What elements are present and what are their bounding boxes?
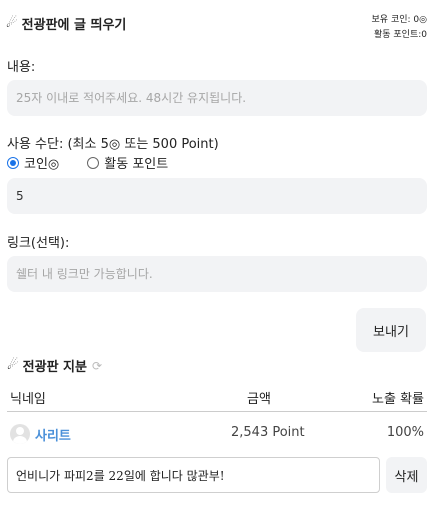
radio-button-coin[interactable] xyxy=(7,156,19,169)
share-section-title: ☄ 전광판 지분 ⟳ xyxy=(7,356,102,375)
balance-info: 보유 코인: 0◎ 활동 포인트:0 xyxy=(372,13,427,43)
radio-label-points: 활동 포인트 xyxy=(104,157,169,172)
point-balance: 활동 포인트:0 xyxy=(373,30,427,40)
nickname-link[interactable]: 사리트 xyxy=(35,425,71,444)
column-header-amount: 금액 xyxy=(247,392,271,407)
method-radio-group: 코인◎ 활동 포인트 xyxy=(7,153,186,172)
content-label: 내용: xyxy=(7,60,36,75)
rocket-icon: ☄ xyxy=(6,16,18,31)
column-header-rate: 노출 확률 xyxy=(372,392,424,407)
method-label: 사용 수단: (최소 5◎ 또는 500 Point) xyxy=(7,137,219,152)
panel-title: ☄ 전광판에 글 띄우기 xyxy=(6,14,126,33)
link-input[interactable] xyxy=(7,256,427,292)
billboard-message: 언비니가 파피2를 22일에 합니다 많관부! xyxy=(7,457,380,493)
billboard-panel: ☄ 전광판에 글 띄우기 보유 코인: 0◎ 활동 포인트:0 내용: 사용 수… xyxy=(0,0,431,508)
radio-button-points[interactable] xyxy=(87,156,100,169)
table-row: 사리트 2,543 Point 100% xyxy=(7,422,427,446)
send-button[interactable]: 보내기 xyxy=(356,308,426,352)
content-input[interactable] xyxy=(7,80,427,116)
rocket-icon: ☄ xyxy=(7,358,19,373)
amount-input[interactable] xyxy=(7,178,427,214)
share-table-header: 닉네임 금액 노출 확률 xyxy=(7,388,427,412)
coin-balance: 보유 코인: 0◎ xyxy=(371,15,427,25)
link-label: 링크(선택): xyxy=(7,236,70,251)
radio-option-coin[interactable]: 코인◎ xyxy=(7,153,59,172)
radio-option-points[interactable]: 활동 포인트 xyxy=(87,153,168,172)
avatar xyxy=(10,424,30,444)
panel-title-text: 전광판에 글 띄우기 xyxy=(21,18,127,33)
share-title-text: 전광판 지분 xyxy=(22,360,87,375)
header: ☄ 전광판에 글 띄우기 보유 코인: 0◎ 활동 포인트:0 xyxy=(6,12,427,42)
amount-cell: 2,543 Point xyxy=(231,425,305,440)
refresh-icon[interactable]: ⟳ xyxy=(92,359,102,373)
rate-cell: 100% xyxy=(386,425,424,440)
delete-button[interactable]: 삭제 xyxy=(386,457,427,493)
radio-label-coin: 코인◎ xyxy=(24,157,60,172)
column-header-nickname: 닉네임 xyxy=(10,392,46,407)
